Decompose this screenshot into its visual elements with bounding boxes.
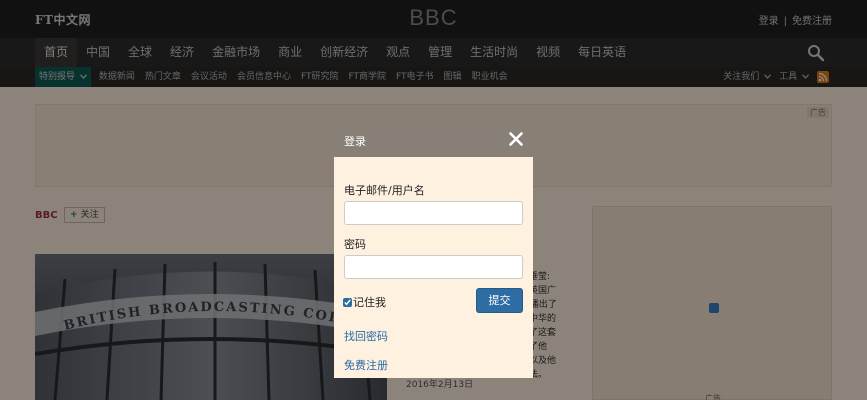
modal-header: 登录 (334, 122, 533, 157)
forgot-password-link[interactable]: 找回密码 (344, 328, 388, 344)
close-icon[interactable] (508, 131, 524, 147)
register-link[interactable]: 免费注册 (344, 357, 388, 373)
submit-button[interactable]: 提交 (476, 288, 523, 313)
password-field[interactable] (344, 255, 523, 279)
email-label: 电子邮件/用户名 (344, 184, 425, 197)
modal-title: 登录 (344, 135, 366, 148)
email-field[interactable] (344, 201, 523, 225)
remember-me[interactable]: 记住我 (343, 294, 386, 310)
remember-label: 记住我 (353, 296, 386, 309)
remember-checkbox[interactable] (343, 297, 352, 307)
login-modal: 登录 电子邮件/用户名 密码 记住我 提交 找回密码 免费注册 (334, 122, 533, 378)
password-label: 密码 (344, 238, 366, 251)
